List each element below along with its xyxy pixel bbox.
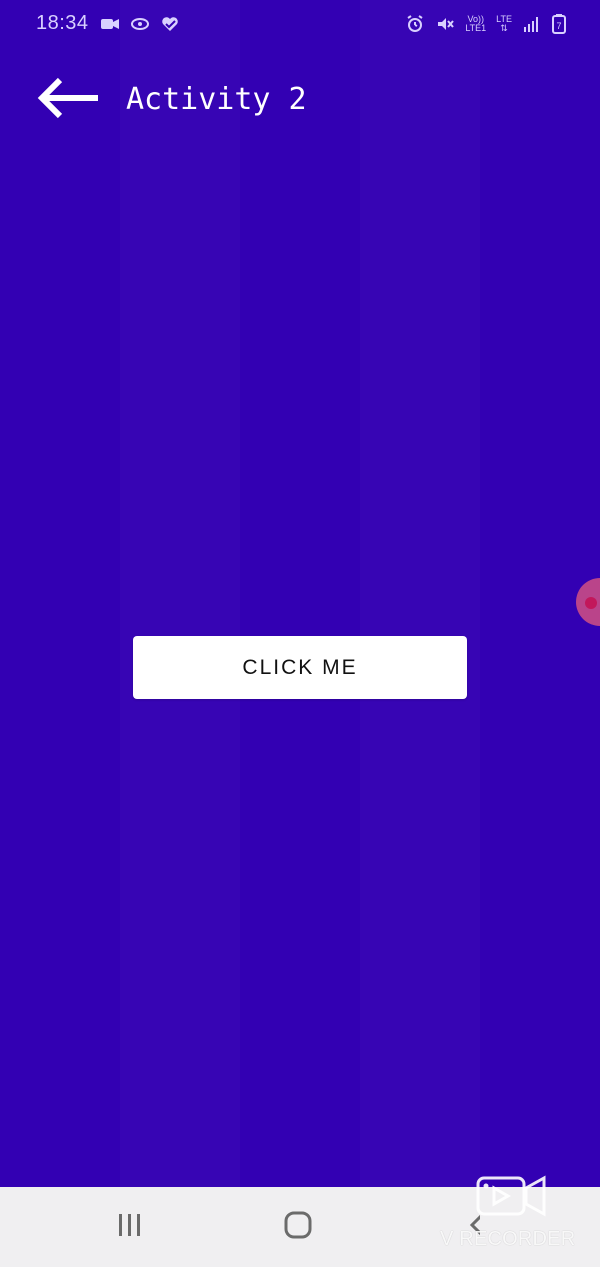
volte-indicator: Vo)) LTE1 — [465, 15, 486, 33]
video-call-icon — [100, 14, 120, 34]
home-button[interactable] — [268, 1207, 328, 1247]
background — [0, 0, 600, 1187]
recent-apps-button[interactable] — [100, 1207, 160, 1247]
click-me-button[interactable]: CLICK ME — [133, 636, 467, 699]
mute-icon — [435, 14, 455, 34]
link-icon — [130, 14, 150, 34]
back-button[interactable] — [30, 74, 106, 126]
home-icon — [283, 1210, 313, 1244]
signal-icon — [522, 14, 542, 34]
status-time: 18:34 — [36, 12, 89, 34]
recorder-watermark: V RECORDER — [440, 1172, 590, 1252]
watermark-text: V RECORDER — [440, 1228, 576, 1250]
status-bar: 18:34 Vo)) LTE1 LTE ⇅ 7 — [0, 0, 600, 50]
recorder-touch-dot — [585, 597, 597, 609]
video-recorder-icon — [476, 1172, 548, 1222]
status-right-icons: Vo)) LTE1 LTE ⇅ 7 — [405, 14, 572, 34]
alarm-icon — [405, 14, 425, 34]
app-bar: Activity 2 — [0, 60, 600, 140]
battery-level: 7 — [556, 21, 561, 31]
battery-icon: 7 — [552, 14, 572, 34]
recent-apps-icon — [116, 1211, 144, 1243]
health-heart-icon — [160, 14, 180, 34]
status-left-icons — [100, 14, 180, 34]
lte1-label: LTE1 — [465, 23, 487, 33]
data-arrows-icon: ⇅ — [500, 23, 508, 33]
page-title: Activity 2 — [126, 82, 307, 117]
arrow-left-icon — [36, 76, 100, 124]
lte-indicator: LTE ⇅ — [496, 15, 512, 33]
